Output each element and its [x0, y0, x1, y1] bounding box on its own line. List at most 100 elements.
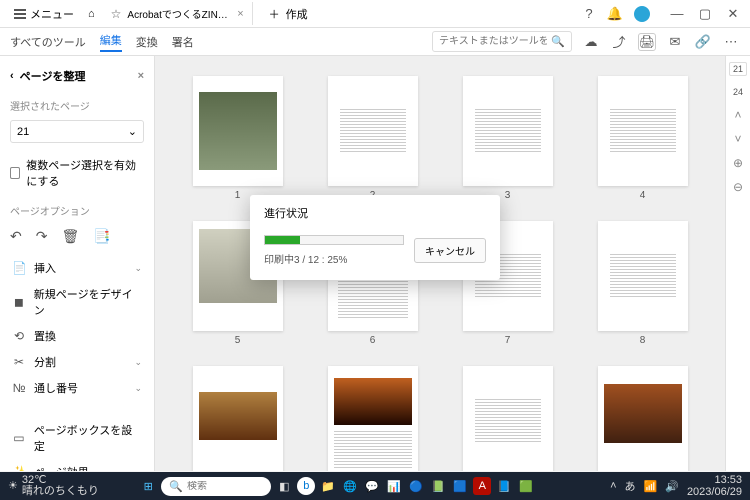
extract-icon[interactable]: 📑 — [93, 228, 110, 245]
tab-title: AcrobatでつくるZINE.p... — [127, 6, 231, 21]
sidebar-item[interactable]: №通し番号⌄ — [10, 375, 144, 401]
more-icon[interactable]: ⋯ — [722, 33, 740, 51]
sidebar-item[interactable]: ✨ページ効果 — [10, 459, 144, 471]
star-icon: ☆ — [111, 7, 122, 21]
page-thumbnail[interactable]: 1 — [185, 76, 290, 201]
page-number: 4 — [640, 190, 646, 201]
app3-icon[interactable]: 🟦 — [451, 477, 469, 495]
item-label: 新規ページをデザイン — [34, 286, 142, 318]
tool-sign[interactable]: 署名 — [172, 34, 194, 50]
page-thumbnail[interactable]: 12 — [590, 366, 695, 471]
current-page-indicator[interactable]: 21 — [729, 62, 747, 76]
help-icon[interactable]: ? — [582, 7, 596, 21]
page-select-value: 21 — [17, 126, 29, 138]
checkbox-icon — [10, 167, 20, 179]
rotate-right-icon[interactable]: ↷ — [36, 228, 48, 245]
tool-edit[interactable]: 編集 — [100, 32, 122, 52]
weather-widget[interactable]: ☀ 32℃晴れのちくもり — [8, 475, 99, 497]
weather-text: 晴れのちくもり — [22, 486, 99, 497]
page-thumbnail[interactable]: 10 — [320, 366, 425, 471]
item-label: 分割 — [34, 354, 56, 370]
sidebar-title: ページを整理 — [20, 68, 86, 84]
hamburger-menu[interactable]: メニュー — [8, 4, 80, 24]
page-thumbnail[interactable]: 3 — [455, 76, 560, 201]
page-thumbnail[interactable]: 8 — [590, 221, 695, 346]
page-options-label: ページオプション — [10, 203, 144, 218]
page-thumbnail[interactable]: 4 — [590, 76, 695, 201]
taskbar-search-input[interactable] — [187, 481, 263, 492]
app-icon[interactable]: 📊 — [385, 477, 403, 495]
page-thumbnail[interactable]: 2 — [320, 76, 425, 201]
taskbar-search[interactable]: 🔍 — [161, 477, 271, 496]
ime-icon[interactable]: あ — [625, 478, 636, 494]
selected-pages-label: 選択されたページ — [10, 98, 144, 113]
rotate-left-icon[interactable]: ↶ — [10, 228, 22, 245]
chevron-icon: ⌄ — [134, 383, 142, 394]
bell-icon[interactable]: 🔔 — [608, 7, 622, 21]
new-tab[interactable]: ＋ 作成 — [261, 2, 316, 26]
sidebar-item[interactable]: ▭ページボックスを設定 — [10, 417, 144, 459]
page-number: 1 — [235, 190, 241, 201]
tray-chevron-icon[interactable]: ˄ — [610, 480, 616, 492]
chrome-icon[interactable]: 🔵 — [407, 477, 425, 495]
avatar[interactable] — [634, 6, 650, 22]
delete-icon[interactable]: 🗑 — [61, 228, 79, 245]
taskbar: ☀ 32℃晴れのちくもり ⊞ 🔍 ◧ b 📁 🌐 💬 📊 🔵 📗 🟦 A 📘 🟩… — [0, 472, 750, 500]
bing-icon[interactable]: b — [297, 477, 315, 495]
dialog-title: 進行状況 — [264, 205, 486, 221]
item-icon: 📄 — [12, 261, 26, 275]
tool-all[interactable]: すべてのツール — [10, 34, 86, 50]
sidebar-item[interactable]: 📄挿入⌄ — [10, 255, 144, 281]
multi-select-label: 複数ページ選択を有効にする — [26, 157, 144, 189]
sidebar-item[interactable]: ⟲置換 — [10, 323, 144, 349]
close-tab-icon[interactable]: × — [237, 8, 243, 20]
document-tab[interactable]: ☆ AcrobatでつくるZINE.p... × — [103, 2, 253, 25]
wifi-icon[interactable]: 📶 — [644, 480, 658, 493]
page-thumbnail[interactable]: 11 — [455, 366, 560, 471]
sidebar-item[interactable]: ✂分割⌄ — [10, 349, 144, 375]
multi-select-check[interactable]: 複数ページ選択を有効にする — [10, 153, 144, 193]
search-icon: 🔍 — [169, 480, 183, 493]
start-icon[interactable]: ⊞ — [139, 477, 157, 495]
taskview-icon[interactable]: ◧ — [275, 477, 293, 495]
explorer-icon[interactable]: 📁 — [319, 477, 337, 495]
page-thumbnail[interactable]: 9 — [185, 366, 290, 471]
tool-convert[interactable]: 変換 — [136, 34, 158, 50]
sidebar-item[interactable]: ◼新規ページをデザイン — [10, 281, 144, 323]
acrobat-icon[interactable]: A — [473, 477, 491, 495]
search-box[interactable]: 🔍 — [432, 31, 572, 52]
minimize-icon[interactable]: — — [670, 7, 684, 21]
cloud-icon[interactable]: ☁ — [582, 33, 600, 51]
clock[interactable]: 13:53 2023/06/29 — [687, 474, 742, 498]
progress-dialog: 進行状況 印刷中3 / 12 : 25% キャンセル — [250, 195, 500, 280]
edge-icon[interactable]: 🌐 — [341, 477, 359, 495]
chevron-icon: ⌄ — [134, 263, 142, 274]
volume-icon[interactable]: 🔊 — [665, 480, 679, 493]
weather-icon: ☀ — [8, 481, 18, 492]
page-select[interactable]: 21 ⌄ — [10, 120, 144, 143]
page-number: 6 — [370, 335, 376, 346]
maximize-icon[interactable]: ▢ — [698, 7, 712, 21]
home-icon[interactable]: ⌂ — [88, 8, 95, 20]
rail-down-icon[interactable]: ˅ — [734, 132, 741, 146]
app4-icon[interactable]: 📘 — [495, 477, 513, 495]
link-icon[interactable]: 🔗 — [694, 33, 712, 51]
app5-icon[interactable]: 🟩 — [517, 477, 535, 495]
search-input[interactable] — [439, 36, 547, 47]
print-icon[interactable]: 🖨 — [638, 33, 656, 51]
back-icon[interactable]: ‹ — [10, 70, 14, 82]
rail-pan-icon[interactable]: ⊕ — [733, 156, 743, 170]
item-icon: ▭ — [12, 431, 26, 445]
chevron-down-icon: ⌄ — [128, 125, 137, 138]
rail-zoom-icon[interactable]: ⊖ — [733, 180, 743, 194]
cancel-button[interactable]: キャンセル — [414, 238, 486, 263]
page-number: 7 — [505, 335, 511, 346]
teams-icon[interactable]: 💬 — [363, 477, 381, 495]
mail-icon[interactable]: ✉ — [666, 33, 684, 51]
share-icon[interactable]: ⤴ — [610, 33, 628, 51]
rail-up-icon[interactable]: ˄ — [734, 108, 741, 122]
sidebar-close-icon[interactable]: × — [138, 70, 144, 82]
date: 2023/06/29 — [687, 486, 742, 498]
app2-icon[interactable]: 📗 — [429, 477, 447, 495]
close-window-icon[interactable]: ✕ — [726, 7, 740, 21]
